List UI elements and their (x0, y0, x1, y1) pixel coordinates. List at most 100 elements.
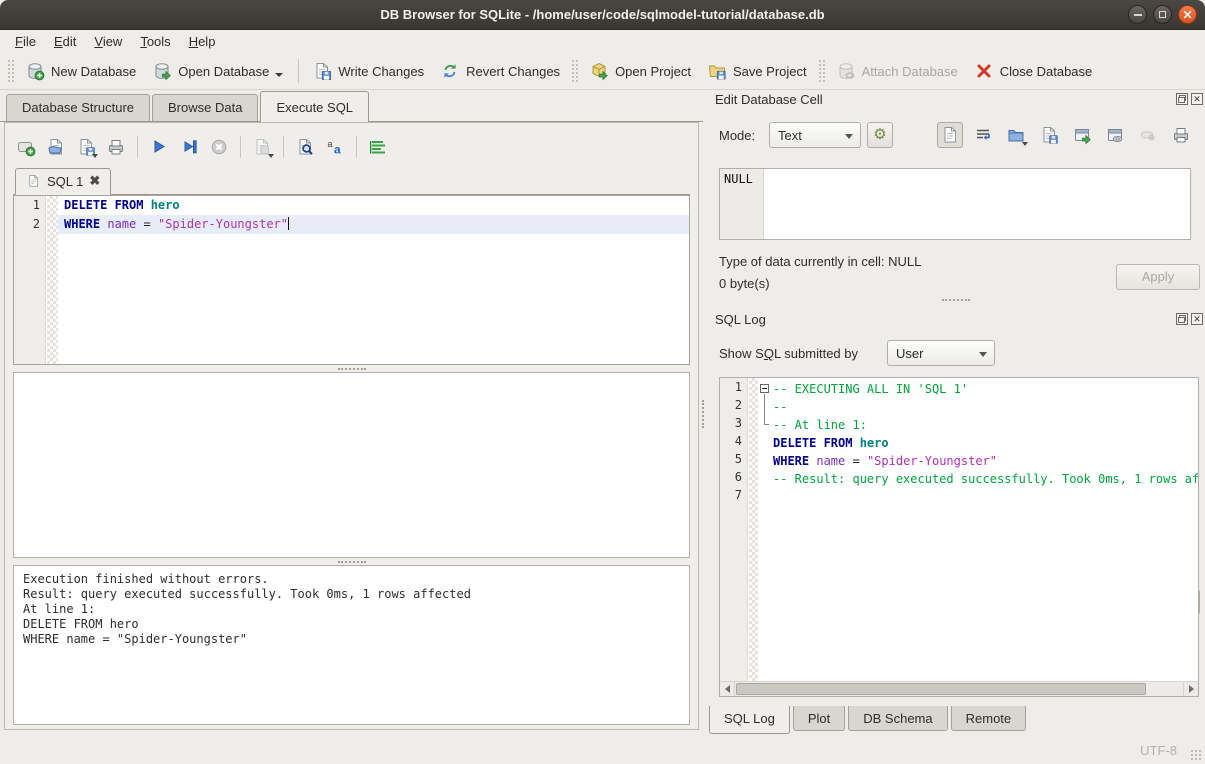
open-sql-tab-button[interactable] (13, 134, 39, 160)
maximize-icon (1159, 11, 1166, 18)
sql-token: name (107, 217, 136, 231)
svg-text:a: a (334, 143, 341, 157)
text-mode-button[interactable] (937, 122, 963, 148)
tab-browse-data[interactable]: Browse Data (152, 94, 258, 121)
log-line: -- Result: query executed successfully. … (758, 470, 1198, 488)
open-database-button[interactable]: Open Database (144, 58, 293, 84)
main-vertical-splitter[interactable] (699, 90, 707, 737)
float-panel-icon[interactable] (1176, 313, 1188, 325)
copy-link-button[interactable] (1102, 122, 1128, 148)
sql-log-view[interactable]: 1 2 3 4 5 6 7 -- EXECUTING ALL IN 'SQL 1… (719, 377, 1199, 697)
sql-tab[interactable]: SQL 1 ✖ (15, 168, 111, 195)
stop-execution-button[interactable] (206, 134, 232, 160)
main-toolbar: New Database Open Database Write Changes… (0, 53, 1205, 90)
scroll-right-icon[interactable] (1183, 682, 1198, 696)
sql-token: DELETE FROM (64, 198, 151, 212)
menu-tools[interactable]: Tools (131, 32, 179, 51)
submitter-select[interactable]: User (887, 340, 995, 366)
open-sql-file-button[interactable] (43, 134, 69, 160)
open-project-button[interactable]: Open Project (581, 58, 699, 84)
resize-grip[interactable] (1190, 749, 1202, 761)
close-panel-icon[interactable]: ✕ (1191, 313, 1203, 325)
word-wrap-button[interactable] (970, 122, 996, 148)
cell-value-gutter: NULL (720, 169, 764, 239)
dock-splitter[interactable] (707, 296, 1205, 303)
revert-changes-button[interactable]: Revert Changes (432, 58, 568, 84)
toolbar-drag-handle[interactable] (818, 59, 825, 83)
close-button[interactable]: ✕ (1178, 5, 1197, 24)
tab-plot[interactable]: Plot (793, 706, 845, 731)
tab-execute-sql[interactable]: Execute SQL (260, 91, 369, 122)
print-sql-button[interactable] (103, 134, 129, 160)
menu-edit[interactable]: Edit (45, 32, 85, 51)
cell-editor-toolbar (937, 122, 1194, 148)
scroll-left-icon[interactable] (720, 682, 735, 696)
autocomplete-button[interactable]: aaa (322, 134, 348, 160)
log-horizontal-scrollbar[interactable] (720, 681, 1198, 696)
apply-button[interactable]: Apply (1116, 264, 1200, 290)
chevron-down-icon (979, 352, 987, 357)
log-line: DELETE FROM hero (758, 434, 1198, 452)
new-database-icon (25, 61, 45, 81)
results-grid (13, 372, 690, 558)
text-document-icon (940, 125, 960, 145)
execute-all-button[interactable] (146, 134, 172, 160)
find-replace-button[interactable] (292, 134, 318, 160)
execute-line-icon (179, 137, 199, 157)
format-sql-button[interactable] (365, 134, 391, 160)
minimize-button[interactable] (1128, 5, 1147, 24)
write-changes-button[interactable]: Write Changes (304, 58, 432, 84)
export-data-button[interactable] (1036, 122, 1062, 148)
write-changes-label: Write Changes (338, 64, 424, 79)
edit-cell-header: Edit Database Cell ✕ (707, 90, 1205, 110)
log-line (758, 488, 1198, 506)
print-cell-button[interactable] (1168, 122, 1194, 148)
mode-label: Mode: (719, 128, 755, 143)
close-database-button[interactable]: Close Database (966, 58, 1101, 84)
line-number: 2 (14, 215, 45, 234)
menu-view[interactable]: View (85, 32, 131, 51)
execute-all-icon (149, 137, 169, 157)
save-results-button[interactable] (249, 134, 275, 160)
app-window: DB Browser for SQLite - /home/user/code/… (0, 0, 1205, 764)
sql-editor[interactable]: 1 2 DELETE FROM hero WHERE name = "Spide… (13, 195, 690, 365)
revert-changes-icon (440, 61, 460, 81)
open-sql-file-icon (46, 137, 66, 157)
execute-line-button[interactable] (176, 134, 202, 160)
close-panel-icon[interactable]: ✕ (1191, 93, 1203, 105)
new-database-button[interactable]: New Database (17, 58, 144, 84)
scrollbar-thumb[interactable] (736, 683, 1146, 695)
tab-database-structure[interactable]: Database Structure (6, 94, 150, 121)
save-sql-file-button[interactable] (73, 134, 99, 160)
sql-tab-close-icon[interactable]: ✖ (89, 173, 100, 189)
message-line: Result: query executed successfully. Too… (23, 587, 471, 601)
float-panel-icon[interactable] (1176, 93, 1188, 105)
tab-remote[interactable]: Remote (951, 706, 1027, 731)
editor-results-splitter[interactable] (13, 365, 690, 372)
toolbar-separator (240, 136, 241, 158)
menu-help[interactable]: Help (180, 32, 225, 51)
open-in-external-button[interactable] (1069, 122, 1095, 148)
set-null-button[interactable] (1135, 122, 1161, 148)
open-database-dropdown-icon[interactable] (275, 73, 283, 77)
autocomplete-icon: aaa (325, 137, 345, 157)
maximize-button[interactable] (1153, 5, 1172, 24)
auto-switch-mode-button[interactable]: ⚙ (867, 122, 893, 148)
mode-select[interactable]: Text (769, 122, 861, 148)
statusbar: UTF-8 (0, 737, 1205, 764)
tab-db-schema[interactable]: DB Schema (848, 706, 947, 731)
sql-editor-toolbar: aaa (13, 129, 690, 165)
main-tabbar: Database Structure Browse Data Execute S… (0, 90, 703, 122)
toolbar-drag-handle[interactable] (7, 59, 14, 83)
toolbar-drag-handle[interactable] (571, 59, 578, 83)
save-project-button[interactable]: Save Project (699, 58, 815, 84)
cell-editor[interactable]: NULL (719, 168, 1191, 240)
mode-value: Text (778, 128, 802, 143)
fold-marker[interactable] (758, 380, 773, 398)
results-message-splitter[interactable] (13, 558, 690, 565)
attach-database-button[interactable]: Attach Database (828, 58, 966, 84)
sql-tab-label: SQL 1 (47, 174, 83, 189)
menu-file[interactable]: File (6, 32, 45, 51)
import-data-button[interactable] (1003, 122, 1029, 148)
tab-sql-log[interactable]: SQL Log (709, 706, 790, 734)
